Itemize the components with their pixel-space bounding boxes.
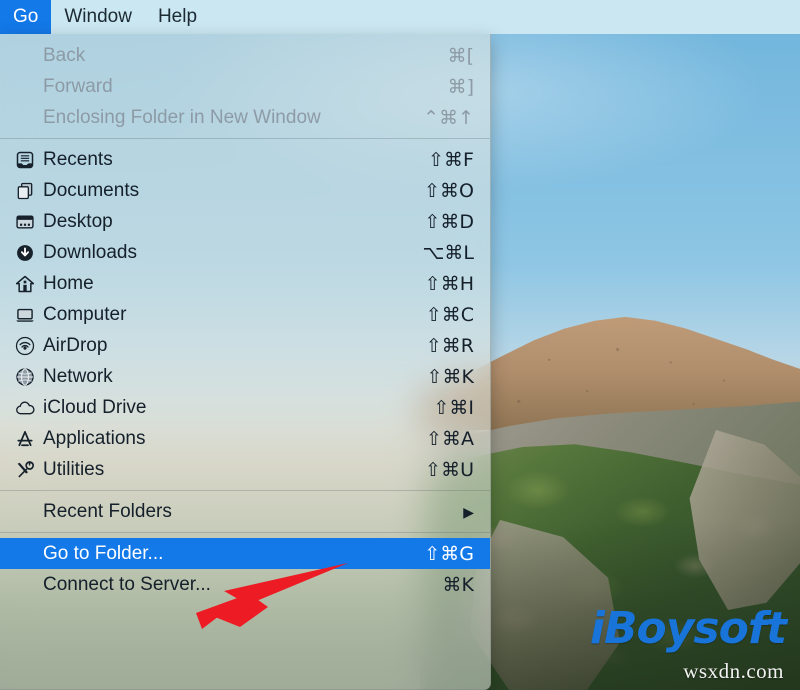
menu-item-label: Computer (43, 303, 127, 325)
menu-item-shortcut: ⌘[ (447, 44, 474, 67)
menu-item-downloads[interactable]: Downloads ⌥⌘L (0, 237, 490, 268)
menu-item-shortcut: ⇧⌘F (428, 148, 474, 171)
applications-icon (12, 428, 38, 450)
menu-item-label: Network (43, 365, 113, 387)
menubar-item-help[interactable]: Help (145, 0, 210, 34)
menu-item-label: Utilities (43, 458, 105, 480)
menu-item-airdrop[interactable]: AirDrop ⇧⌘R (0, 330, 490, 361)
recents-icon (12, 149, 38, 171)
icloud-icon (12, 397, 38, 419)
menu-item-icon-placeholder (12, 574, 38, 596)
menu-item-shortcut: ⇧⌘I (433, 396, 474, 419)
menu-item-label: Applications (43, 427, 146, 449)
menu-item-label: Connect to Server... (43, 573, 211, 595)
menu-item-utilities[interactable]: Utilities ⇧⌘U (0, 454, 490, 485)
menu-separator (0, 532, 490, 533)
menu-item-icon-placeholder (12, 45, 38, 67)
menu-item-shortcut: ⌥⌘L (422, 241, 474, 264)
menu-item-home[interactable]: Home ⇧⌘H (0, 268, 490, 299)
watermark-logo: iBoysoft (589, 603, 787, 654)
menu-item-icon-placeholder (12, 107, 38, 129)
menu-item-shortcut: ⌘K (442, 573, 474, 596)
menu-item-applications[interactable]: Applications ⇧⌘A (0, 423, 490, 454)
menu-item-shortcut: ⌘] (447, 75, 474, 98)
menu-separator (0, 138, 490, 139)
network-icon (12, 366, 38, 388)
menu-item-recents[interactable]: Recents ⇧⌘F (0, 144, 490, 175)
go-menu-dropdown: Back ⌘[ Forward ⌘] Enclosing Folder in New W… (0, 34, 491, 690)
watermark-url: wsxdn.com (683, 659, 784, 683)
menu-item-shortcut: ⇧⌘U (425, 458, 474, 481)
menu-separator (0, 490, 490, 491)
desktop-screen: iBoysoft wsxdn.com Go Window Help Back ⌘[… (0, 0, 800, 690)
menu-item-label: Back (43, 44, 86, 66)
menu-item-shortcut: ⇧⌘D (424, 210, 474, 233)
menu-item-connect-to-server[interactable]: Connect to Server... ⌘K (0, 569, 490, 600)
menu-item-label: Documents (43, 179, 140, 201)
menu-item-desktop[interactable]: Desktop ⇧⌘D (0, 206, 490, 237)
menu-item-back: Back ⌘[ (0, 40, 490, 71)
menu-item-label: Recents (43, 148, 113, 170)
menu-item-recent-folders[interactable]: Recent Folders ▶ (0, 496, 490, 527)
menu-item-shortcut: ⌃⌘↑ (423, 106, 474, 129)
menu-item-shortcut: ⇧⌘G (424, 542, 474, 565)
menu-item-icon-placeholder (12, 501, 38, 523)
menu-item-forward: Forward ⌘] (0, 71, 490, 102)
desktop-icon (12, 211, 38, 233)
menu-item-label: iCloud Drive (43, 396, 147, 418)
menu-bar: Go Window Help (0, 0, 800, 34)
menu-item-icon-placeholder (12, 76, 38, 98)
documents-icon (12, 180, 38, 202)
downloads-icon (12, 242, 38, 264)
menu-item-icloud-drive[interactable]: iCloud Drive ⇧⌘I (0, 392, 490, 423)
menu-item-label: Forward (43, 75, 113, 97)
menu-item-label: Go to Folder... (43, 542, 164, 564)
menu-item-shortcut: ⇧⌘K (426, 365, 474, 388)
computer-icon (12, 304, 38, 326)
menu-item-label: Recent Folders (43, 500, 172, 522)
menu-item-icon-placeholder (12, 543, 38, 565)
airdrop-icon (12, 335, 38, 357)
menu-item-enclosing-folder-in-new-window: Enclosing Folder in New Window ⌃⌘↑ (0, 102, 490, 133)
menu-item-go-to-folder[interactable]: Go to Folder... ⇧⌘G (0, 538, 490, 569)
menu-item-network[interactable]: Network ⇧⌘K (0, 361, 490, 392)
menu-item-label: Desktop (43, 210, 113, 232)
menu-item-shortcut: ⇧⌘A (426, 427, 474, 450)
home-icon (12, 273, 38, 295)
menu-item-label: AirDrop (43, 334, 108, 356)
submenu-arrow-icon: ▶ (463, 503, 474, 520)
menu-item-computer[interactable]: Computer ⇧⌘C (0, 299, 490, 330)
menu-item-documents[interactable]: Documents ⇧⌘O (0, 175, 490, 206)
menu-item-label: Home (43, 272, 94, 294)
menubar-item-window[interactable]: Window (51, 0, 145, 34)
menu-item-shortcut: ⇧⌘O (424, 179, 474, 202)
menu-item-label: Enclosing Folder in New Window (43, 106, 321, 128)
menubar-item-go[interactable]: Go (0, 0, 52, 34)
menu-item-shortcut: ⇧⌘C (425, 303, 474, 326)
menu-item-shortcut: ⇧⌘R (425, 334, 474, 357)
utilities-icon (12, 459, 38, 481)
menu-item-shortcut: ⇧⌘H (424, 272, 474, 295)
menu-item-label: Downloads (43, 241, 137, 263)
